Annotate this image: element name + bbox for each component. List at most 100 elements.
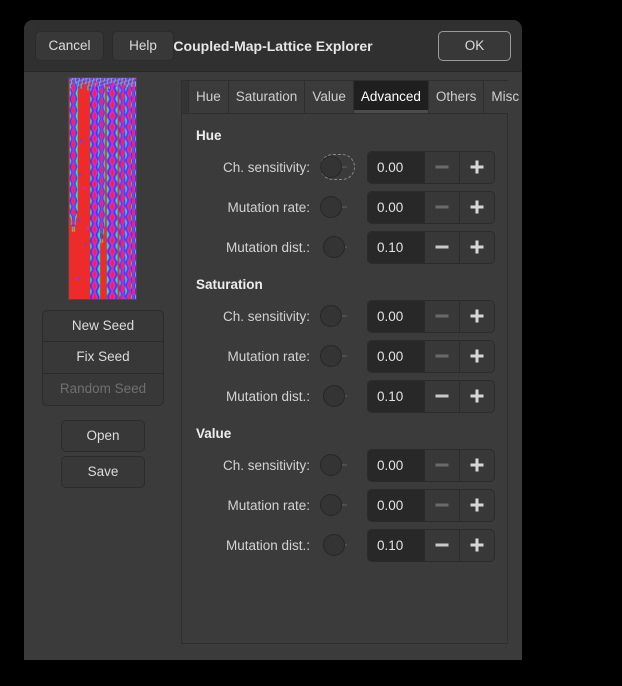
minus-icon-button-mutation-dist[interactable] xyxy=(424,232,459,263)
minus-icon xyxy=(436,395,449,398)
plus-icon xyxy=(471,315,484,318)
label-mutation-rate: Mutation rate: xyxy=(194,200,320,215)
tab-misc[interactable]: Misc xyxy=(484,81,522,113)
help-button[interactable]: Help xyxy=(112,31,174,61)
value-input-mutation-rate[interactable]: 0.00 xyxy=(368,192,424,223)
value-input-ch-sensitivity[interactable]: 0.00 xyxy=(368,450,424,481)
plus-icon xyxy=(471,395,484,398)
param-row: Mutation dist.:0.10 xyxy=(194,227,495,267)
plus-icon-button-mutation-dist[interactable] xyxy=(459,530,494,561)
slider-handle[interactable] xyxy=(320,494,342,516)
plus-icon-button-mutation-rate[interactable] xyxy=(459,490,494,521)
tab-value[interactable]: Value xyxy=(305,81,354,113)
slider-handle[interactable] xyxy=(320,156,342,178)
minus-icon-button-ch-sensitivity xyxy=(424,301,459,332)
tab-others[interactable]: Others xyxy=(429,81,485,113)
minus-icon xyxy=(436,315,449,318)
fix-seed-button[interactable]: Fix Seed xyxy=(42,342,164,374)
value-input-ch-sensitivity[interactable]: 0.00 xyxy=(368,152,424,183)
slider-mutation-dist[interactable] xyxy=(320,530,355,560)
slider-handle[interactable] xyxy=(323,534,345,556)
slider-handle[interactable] xyxy=(320,454,342,476)
slider-mutation-rate[interactable] xyxy=(320,341,355,371)
minus-icon-button-ch-sensitivity xyxy=(424,450,459,481)
minus-icon-button-mutation-dist[interactable] xyxy=(424,381,459,412)
param-row: Ch. sensitivity: 0.00 xyxy=(194,296,495,336)
param-row: Ch. sensitivity:0.00 xyxy=(194,445,495,485)
minus-icon xyxy=(436,544,449,547)
value-input-mutation-rate[interactable]: 0.00 xyxy=(368,490,424,521)
value-input-mutation-rate[interactable]: 0.00 xyxy=(368,341,424,372)
slider-handle[interactable] xyxy=(320,196,342,218)
spinbox-ch-sensitivity: 0.00 xyxy=(367,151,495,184)
tab-advanced[interactable]: Advanced xyxy=(354,81,429,113)
plus-icon-button-ch-sensitivity[interactable] xyxy=(459,301,494,332)
value-input-mutation-dist[interactable]: 0.10 xyxy=(368,232,424,263)
spinbox-ch-sensitivity: 0.00 xyxy=(367,300,495,333)
header-bar: Cancel Help Coupled-Map-Lattice Explorer… xyxy=(24,20,522,72)
minus-icon-button-mutation-rate xyxy=(424,341,459,372)
ok-button[interactable]: OK xyxy=(438,31,511,61)
dialog-body: New SeedFix SeedRandom Seed Open Save Hue… xyxy=(24,72,522,660)
slider-ch-sensitivity[interactable] xyxy=(320,450,355,480)
minus-icon-button-mutation-dist[interactable] xyxy=(424,530,459,561)
label-ch-sensitivity: Ch. sensitivity: xyxy=(194,309,320,324)
label-ch-sensitivity: Ch. sensitivity: xyxy=(194,160,320,175)
open-button[interactable]: Open xyxy=(61,420,145,452)
minus-icon xyxy=(436,355,449,358)
plus-icon-button-ch-sensitivity[interactable] xyxy=(459,450,494,481)
plus-icon-button-ch-sensitivity[interactable] xyxy=(459,152,494,183)
group-title-hue: Hue xyxy=(196,128,495,143)
minus-icon xyxy=(436,166,449,169)
plus-icon xyxy=(471,544,484,547)
seed-button-group: New SeedFix SeedRandom Seed xyxy=(42,310,164,406)
slider-handle[interactable] xyxy=(320,305,342,327)
label-mutation-dist: Mutation dist.: xyxy=(194,538,320,553)
slider-ch-sensitivity[interactable] xyxy=(320,301,355,331)
plus-icon-button-mutation-dist[interactable] xyxy=(459,381,494,412)
cancel-button[interactable]: Cancel xyxy=(35,31,104,61)
minus-icon-button-mutation-rate xyxy=(424,192,459,223)
spinbox-mutation-rate: 0.00 xyxy=(367,340,495,373)
value-input-mutation-dist[interactable]: 0.10 xyxy=(368,530,424,561)
plus-icon-button-mutation-rate[interactable] xyxy=(459,341,494,372)
plus-icon xyxy=(471,166,484,169)
settings-notebook: HueSaturationValueAdvancedOthersMisc Hue… xyxy=(181,80,508,644)
plus-icon xyxy=(471,504,484,507)
preview-canvas xyxy=(69,78,136,299)
minus-icon-button-mutation-rate xyxy=(424,490,459,521)
minus-icon xyxy=(436,504,449,507)
param-row: Ch. sensitivity: 0.00 xyxy=(194,147,495,187)
value-input-mutation-dist[interactable]: 0.10 xyxy=(368,381,424,412)
slider-ch-sensitivity[interactable] xyxy=(320,152,355,182)
tab-bar: HueSaturationValueAdvancedOthersMisc xyxy=(181,80,508,113)
slider-mutation-dist[interactable] xyxy=(320,381,355,411)
cml-explorer-window: Cancel Help Coupled-Map-Lattice Explorer… xyxy=(24,20,522,660)
minus-icon xyxy=(436,246,449,249)
slider-mutation-rate[interactable] xyxy=(320,490,355,520)
spinbox-ch-sensitivity: 0.00 xyxy=(367,449,495,482)
slider-mutation-dist[interactable] xyxy=(320,232,355,262)
minus-icon xyxy=(436,464,449,467)
spinbox-mutation-dist: 0.10 xyxy=(367,231,495,264)
slider-handle[interactable] xyxy=(323,385,345,407)
slider-handle[interactable] xyxy=(320,345,342,367)
save-button[interactable]: Save xyxy=(61,456,145,488)
plus-icon xyxy=(471,206,484,209)
plus-icon-button-mutation-dist[interactable] xyxy=(459,232,494,263)
plus-icon xyxy=(471,246,484,249)
spinbox-mutation-rate: 0.00 xyxy=(367,191,495,224)
coupled-map-lattice-preview[interactable] xyxy=(68,77,137,300)
slider-mutation-rate[interactable] xyxy=(320,192,355,222)
sidebar: New SeedFix SeedRandom Seed Open Save xyxy=(24,72,181,660)
value-input-ch-sensitivity[interactable]: 0.00 xyxy=(368,301,424,332)
tab-hue[interactable]: Hue xyxy=(188,81,229,113)
label-mutation-dist: Mutation dist.: xyxy=(194,389,320,404)
spinbox-mutation-dist: 0.10 xyxy=(367,529,495,562)
random-seed-button: Random Seed xyxy=(42,374,164,406)
slider-handle[interactable] xyxy=(323,236,345,258)
new-seed-button[interactable]: New Seed xyxy=(42,310,164,342)
label-mutation-rate: Mutation rate: xyxy=(194,498,320,513)
tab-saturation[interactable]: Saturation xyxy=(229,81,306,113)
plus-icon-button-mutation-rate[interactable] xyxy=(459,192,494,223)
